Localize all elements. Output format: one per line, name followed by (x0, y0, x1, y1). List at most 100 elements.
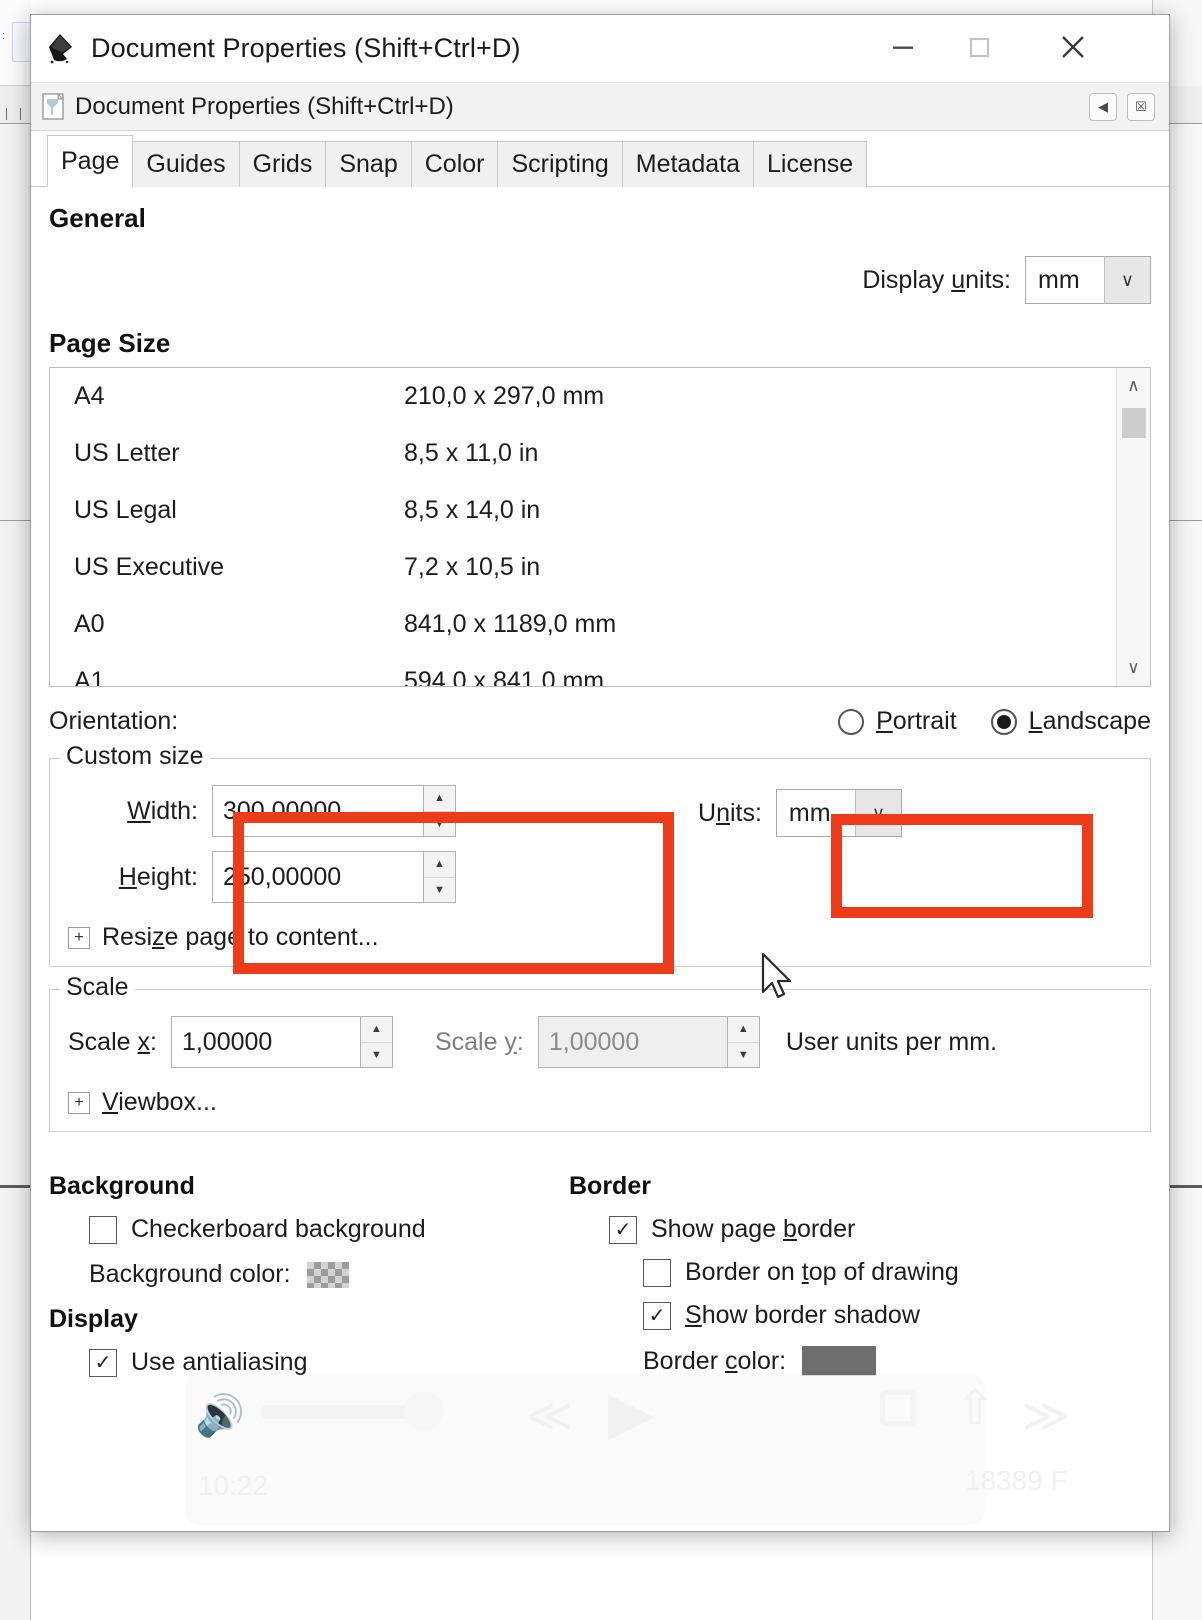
scale-legend: Scale (60, 973, 135, 1002)
spin-up-icon[interactable]: ▲ (424, 786, 455, 812)
use-antialiasing-row[interactable]: ✓ Use antialiasing (89, 1348, 569, 1377)
page-size-name: A1 (74, 667, 105, 687)
custom-size-group: Custom size Width: 300,00000 ▲ ▼ Height:… (49, 742, 1151, 967)
border-color-row[interactable]: Border color: (643, 1346, 1151, 1376)
custom-size-legend: Custom size (60, 742, 210, 771)
page-size-name: A0 (74, 610, 105, 638)
dock-title: Document Properties (Shift+Ctrl+D) (75, 92, 454, 120)
dock-close-button[interactable]: ☒ (1127, 93, 1155, 121)
page-size-row[interactable]: A1 594,0 x 841,0 mm (50, 653, 1150, 687)
width-spinner[interactable]: 300,00000 ▲ ▼ (212, 785, 456, 837)
spin-down-icon: ▼ (737, 1048, 749, 1061)
tab-metadata[interactable]: Metadata (621, 141, 754, 187)
spin-up-icon[interactable]: ▲ (360, 1017, 392, 1043)
display-heading: Display (49, 1305, 138, 1333)
mouse-cursor (760, 952, 800, 1013)
close-button[interactable] (1035, 15, 1111, 83)
height-input[interactable]: 250,00000 (212, 851, 424, 903)
page-size-row[interactable]: A4 210,0 x 297,0 mm (50, 368, 1150, 425)
background-color-row[interactable]: Background color: (89, 1260, 569, 1289)
tab-scripting[interactable]: Scripting (497, 141, 623, 187)
scroll-up-icon[interactable]: ∧ (1127, 368, 1139, 404)
page-size-row[interactable]: US Executive 7,2 x 10,5 in (50, 539, 1150, 596)
scale-y-label: Scale y: (434, 1027, 524, 1056)
scale-x-stepper[interactable]: ▲ ▼ (360, 1016, 393, 1068)
spin-down-icon[interactable]: ▼ (424, 812, 455, 837)
window-title-bar[interactable]: Document Properties (Shift+Ctrl+D) (31, 15, 1169, 83)
border-heading: Border (569, 1172, 651, 1200)
page-size-dimensions: 8,5 x 11,0 in (404, 439, 539, 467)
scale-x-input[interactable]: 1,00000 (170, 1016, 361, 1068)
page-size-dimensions: 8,5 x 14,0 in (404, 496, 541, 524)
orientation-row: Orientation: Portrait Landscape (49, 707, 1151, 736)
bottom-options: Background Checkerboard background Backg… (49, 1172, 1151, 1377)
scale-y-spinner: 1,00000 ▲ ▼ (537, 1016, 760, 1068)
tab-snap[interactable]: Snap (325, 141, 412, 187)
minimize-button[interactable] (865, 15, 941, 83)
tab-page[interactable]: Page (47, 135, 134, 187)
close-icon (1053, 27, 1093, 72)
show-page-border-label: Show page border (651, 1215, 856, 1243)
background-guide-line-lower (0, 1185, 31, 1188)
page-size-row[interactable]: A0 841,0 x 1189,0 mm (50, 596, 1150, 653)
show-page-border-row[interactable]: ✓ Show page border (609, 1215, 1151, 1244)
dock-buttons: ◀ ☒ (1079, 93, 1155, 121)
width-stepper[interactable]: ▲ ▼ (424, 785, 456, 837)
display-units-dropdown[interactable]: mm ∨ (1025, 256, 1151, 304)
background-heading: Background (49, 1172, 195, 1200)
page-size-row[interactable]: US Letter 8,5 x 11,0 in (50, 425, 1150, 482)
use-antialiasing-label: Use antialiasing (131, 1348, 308, 1376)
scale-group: Scale Scale x: 1,00000 ▲ ▼ Scale y: 1,00… (49, 973, 1151, 1132)
page-size-scrollbar[interactable]: ∧ ∨ (1116, 368, 1150, 686)
radio-landscape[interactable]: Landscape (990, 707, 1151, 736)
checkbox-checked-icon[interactable]: ✓ (643, 1301, 671, 1330)
scale-y-stepper: ▲ ▼ (727, 1016, 760, 1068)
minimize-icon (886, 30, 920, 69)
page-tab-content: General Display units: mm ∨ Page Size A4… (31, 187, 1169, 1532)
maximize-button[interactable] (941, 15, 1017, 83)
height-label: Height: (118, 862, 198, 891)
tab-color[interactable]: Color (410, 141, 499, 187)
tab-license[interactable]: License (753, 141, 868, 187)
resize-page-to-content-expander[interactable]: + Resize page to content... (68, 923, 1132, 952)
page-size-name: US Executive (74, 553, 225, 581)
scale-x-spinner[interactable]: 1,00000 ▲ ▼ (170, 1016, 393, 1068)
radio-landscape-label: Landscape (1028, 707, 1151, 735)
scale-y-input: 1,00000 (537, 1016, 728, 1068)
background-column: Background Checkerboard background Backg… (49, 1172, 569, 1377)
spin-up-icon[interactable]: ▲ (424, 852, 455, 878)
radio-portrait[interactable]: Portrait (838, 707, 957, 736)
units-dropdown[interactable]: mm ∨ (775, 789, 902, 837)
dock-collapse-button[interactable]: ◀ (1089, 93, 1117, 121)
checkbox-checked-icon[interactable]: ✓ (609, 1215, 637, 1244)
scrollbar-thumb[interactable] (1122, 408, 1146, 438)
page-size-list[interactable]: A4 210,0 x 297,0 mm US Letter 8,5 x 11,0… (49, 367, 1151, 687)
display-units-value: mm (1038, 265, 1080, 294)
tab-guides[interactable]: Guides (132, 141, 240, 187)
border-color-swatch[interactable] (802, 1346, 877, 1376)
orientation-label: Orientation: (49, 707, 179, 735)
show-border-shadow-row[interactable]: ✓ Show border shadow (643, 1301, 1151, 1330)
checkbox-icon[interactable] (643, 1258, 671, 1287)
page-size-name: A4 (74, 382, 105, 410)
spin-down-icon[interactable]: ▼ (361, 1043, 392, 1068)
display-units-label: Display units: (862, 265, 1011, 294)
width-input[interactable]: 300,00000 (212, 785, 424, 837)
scroll-down-icon[interactable]: ∨ (1127, 650, 1139, 686)
spin-down-icon[interactable]: ▼ (424, 878, 455, 903)
background-guide-line-upper (0, 520, 31, 521)
display-units-row: Display units: mm ∨ (49, 256, 1151, 304)
background-color-swatch[interactable] (306, 1261, 349, 1288)
checkerboard-background-row[interactable]: Checkerboard background (89, 1215, 569, 1244)
tab-strip: Page Guides Grids Snap Color Scripting M… (31, 131, 1169, 187)
chevron-down-icon: ∨ (854, 790, 901, 836)
height-spinner[interactable]: 250,00000 ▲ ▼ (212, 851, 456, 903)
tab-grids[interactable]: Grids (238, 141, 327, 187)
checkbox-checked-icon[interactable]: ✓ (89, 1348, 117, 1377)
border-on-top-row[interactable]: Border on top of drawing (643, 1258, 1151, 1287)
viewbox-expander[interactable]: + Viewbox... (68, 1088, 1132, 1117)
checkbox-icon[interactable] (89, 1215, 117, 1244)
radio-icon (838, 708, 865, 735)
height-stepper[interactable]: ▲ ▼ (424, 851, 456, 903)
page-size-row[interactable]: US Legal 8,5 x 14,0 in (50, 482, 1150, 539)
